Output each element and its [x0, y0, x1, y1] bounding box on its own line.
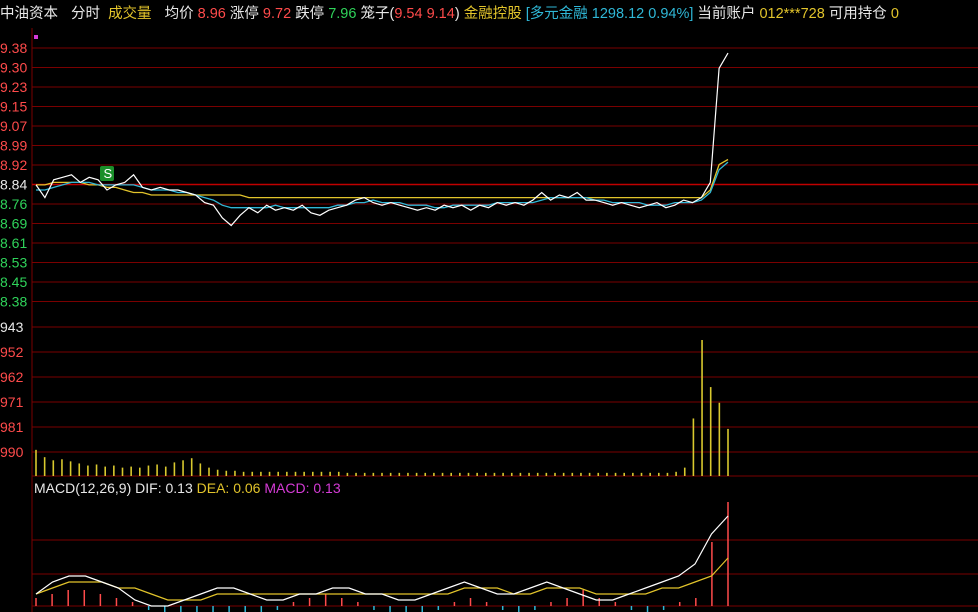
volume-bars [35, 340, 729, 476]
price-tick-label: 8.69 [0, 216, 27, 232]
marker-label: S [104, 166, 113, 181]
price-tick-label: 9.23 [0, 79, 27, 95]
price-tick-label: 8.45 [0, 274, 27, 290]
dif-label: DIF: 0.13 [135, 480, 193, 496]
price-tick-label: 8.99 [0, 138, 27, 154]
price-tick-label: 9.30 [0, 60, 27, 76]
chart-grid [31, 28, 978, 612]
volume-tick-label: 971 [0, 394, 24, 410]
macd-label: MACD: 0.13 [264, 480, 341, 496]
price-tick-label: 8.38 [0, 294, 27, 310]
macd-title: MACD(12,26,9) [34, 480, 132, 496]
intraday-chart[interactable]: 9.38 9.30 9.23 9.15 9.07 8.99 8.92 8.84 8.76 8.69… [0, 0, 978, 612]
price-tick-label: 8.61 [0, 235, 27, 251]
corner-dot [34, 35, 38, 39]
price-line [35, 52, 729, 227]
price-tick-label: 9.38 [0, 40, 27, 56]
price-axis: 9.38 9.30 9.23 9.15 9.07 8.99 8.92 8.84 8.76 8.69… [0, 40, 27, 310]
dea-label: DEA: 0.06 [196, 480, 261, 496]
sell-marker[interactable]: S [100, 166, 114, 181]
volume-tick-label: 943 [0, 319, 24, 335]
price-tick-label: 9.07 [0, 118, 27, 134]
price-tick-label: 8.92 [0, 157, 27, 173]
price-tick-label: 8.53 [0, 255, 27, 271]
price-tick-label: 8.84 [0, 177, 27, 193]
volume-tick-label: 952 [0, 344, 24, 360]
macd-legend: MACD(12,26,9) DIF: 0.13 DEA: 0.06 MACD: … [34, 478, 341, 498]
volume-tick-label: 990 [0, 444, 24, 460]
dif-line [35, 515, 729, 607]
price-tick-label: 8.76 [0, 196, 27, 212]
volume-axis: 943 952 962 971 981 990 [0, 319, 24, 460]
price-tick-label: 9.15 [0, 99, 27, 115]
price-lines [35, 52, 729, 607]
volume-tick-label: 981 [0, 419, 24, 435]
volume-tick-label: 962 [0, 369, 24, 385]
